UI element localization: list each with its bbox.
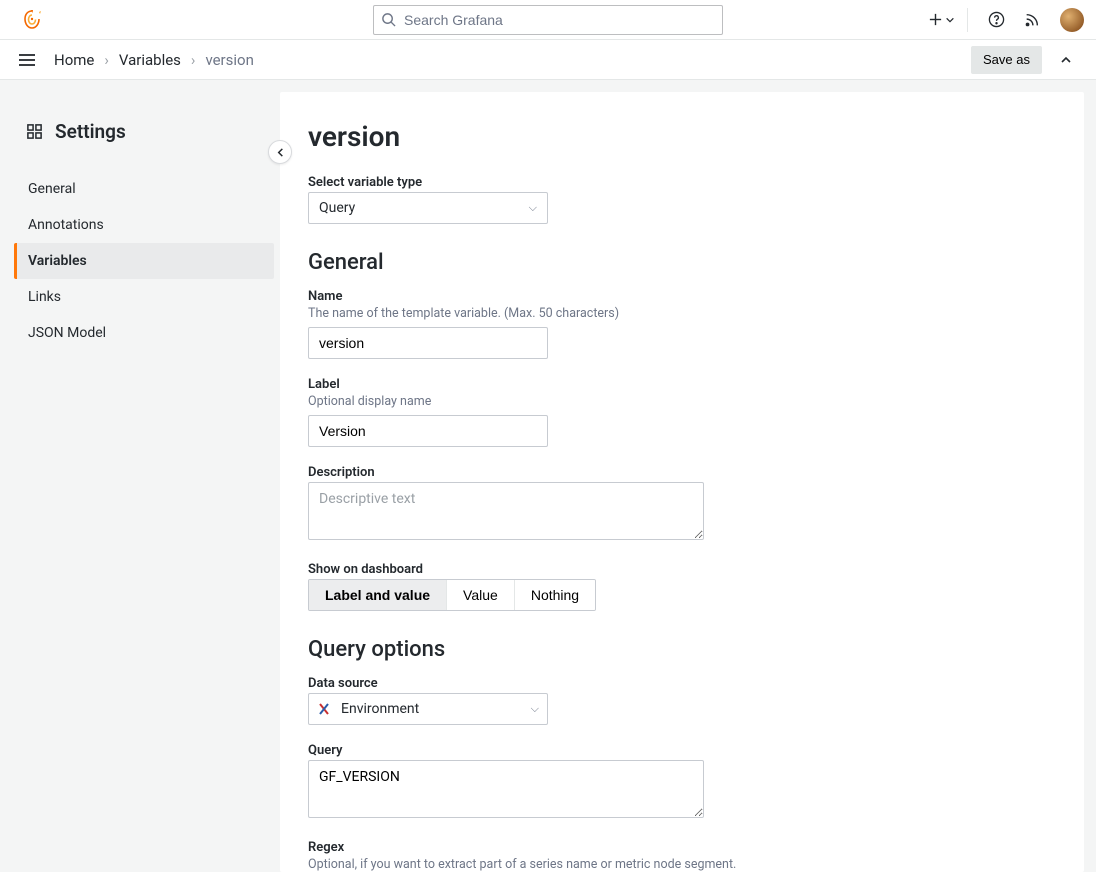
label-desc: Optional display name [308,394,1056,409]
hamburger-icon [17,50,37,70]
breadcrumb-bar: Home › Variables › version Save as [0,40,1096,80]
sidebar-item-annotations[interactable]: Annotations [14,207,274,243]
show-option-nothing[interactable]: Nothing [514,580,595,610]
description-label: Description [308,465,1056,480]
data-source-label: Data source [308,676,1056,691]
settings-sidebar: Settings GeneralAnnotationsVariablesLink… [0,80,280,872]
top-bar [0,0,1096,40]
chevron-left-icon [275,147,286,158]
data-source-value: Environment [341,701,419,717]
page-title: version [308,120,1056,153]
regex-desc: Optional, if you want to extract part of… [308,857,1056,872]
show-option-value[interactable]: Value [446,580,514,610]
settings-sidebar-title-text: Settings [55,120,126,143]
chevron-down-icon: ⌵ [531,702,539,716]
variable-type-label: Select variable type [308,175,1056,190]
chevron-up-icon [1059,53,1073,67]
sidebar-item-links[interactable]: Links [14,279,274,315]
chevron-right-icon: › [191,51,196,69]
query-label: Query [308,743,1056,758]
breadcrumbs: Home › Variables › version [54,51,254,69]
breadcrumb-home[interactable]: Home [54,51,94,69]
main-content: version Select variable type Query ⌵ Gen… [280,92,1084,872]
search-icon [381,12,396,27]
sidebar-item-general[interactable]: General [14,171,274,207]
search-container [373,5,723,35]
chevron-right-icon: › [104,51,109,69]
datasource-icon [317,702,331,716]
name-desc: The name of the template variable. (Max.… [308,306,1056,321]
query-textarea[interactable] [308,760,704,818]
show-on-dashboard-group: Label and valueValueNothing [308,579,596,611]
nav-menu-button[interactable] [14,47,40,73]
avatar[interactable] [1060,8,1084,32]
label-label: Label [308,377,1056,392]
help-icon [988,11,1005,28]
general-section-heading: General [308,250,1056,275]
dashboard-icon [26,123,43,140]
breadcrumb-variables[interactable]: Variables [119,51,181,69]
search-input[interactable] [373,5,723,35]
show-option-label-and-value[interactable]: Label and value [309,580,446,610]
settings-sidebar-title: Settings [26,120,264,143]
save-as-button[interactable]: Save as [971,46,1042,74]
collapse-toolbar-button[interactable] [1050,46,1082,74]
collapse-sidebar-button[interactable] [268,140,292,164]
regex-label: Regex [308,840,1056,855]
chevron-down-icon: ⌵ [529,201,537,215]
chevron-down-icon [945,15,955,25]
description-textarea[interactable] [308,482,704,540]
rss-icon [1024,12,1040,28]
topbar-right [928,4,1084,36]
news-button[interactable] [1016,4,1048,36]
variable-type-value: Query [319,200,355,216]
data-source-select[interactable]: Environment ⌵ [308,693,548,725]
breadcrumb-current: version [205,51,253,69]
name-input[interactable] [308,327,548,359]
sidebar-item-json-model[interactable]: JSON Model [14,315,274,351]
name-label: Name [308,289,1056,304]
show-on-dashboard-label: Show on dashboard [308,562,1056,577]
help-button[interactable] [980,4,1012,36]
sidebar-item-variables[interactable]: Variables [14,243,274,279]
grafana-logo[interactable] [20,8,44,32]
query-options-heading: Query options [308,637,1056,662]
add-menu[interactable] [928,8,968,32]
variable-type-select[interactable]: Query ⌵ [308,192,548,224]
label-input[interactable] [308,415,548,447]
